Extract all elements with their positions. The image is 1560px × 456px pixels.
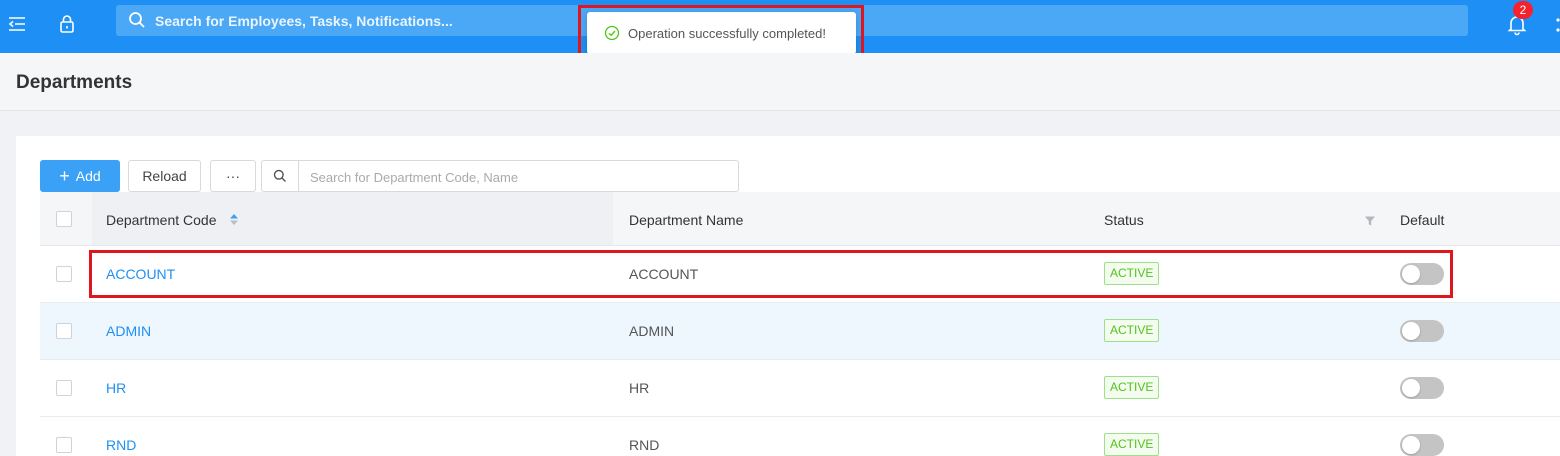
department-code-link[interactable]: RND [106, 437, 136, 453]
lock-icon[interactable] [56, 13, 78, 35]
toggle-knob [1402, 436, 1420, 454]
menu-icon[interactable] [6, 13, 28, 35]
department-code-link[interactable]: ADMIN [106, 323, 151, 339]
row-checkbox[interactable] [56, 437, 72, 453]
select-all-checkbox[interactable] [56, 211, 72, 227]
default-toggle[interactable] [1400, 377, 1444, 399]
notification-badge: 2 [1513, 1, 1533, 19]
row-checkbox[interactable] [56, 323, 72, 339]
add-button[interactable]: + Add [40, 160, 120, 192]
table-row[interactable]: ADMIN ADMIN ACTIVE [40, 303, 1560, 360]
more-actions-button[interactable]: ··· [210, 160, 256, 192]
column-header-default[interactable]: Default [1400, 212, 1444, 228]
department-name: HR [629, 380, 650, 396]
search-icon [128, 11, 146, 29]
column-header-name[interactable]: Department Name [629, 212, 743, 228]
table-row[interactable]: HR HR ACTIVE [40, 360, 1560, 417]
department-name: RND [629, 437, 660, 453]
status-badge: ACTIVE [1104, 319, 1160, 342]
search-icon [262, 161, 299, 191]
more-icon[interactable] [1553, 14, 1560, 36]
default-toggle[interactable] [1400, 320, 1444, 342]
status-badge: ACTIVE [1104, 433, 1160, 456]
add-button-label: Add [75, 168, 101, 184]
department-search-input[interactable]: Search for Department Code, Name [261, 160, 739, 192]
status-badge: ACTIVE [1104, 376, 1160, 399]
default-toggle[interactable] [1400, 434, 1444, 456]
reload-button[interactable]: Reload [128, 160, 201, 192]
plus-icon: + [59, 166, 70, 186]
sort-icon[interactable] [229, 213, 239, 226]
table-row[interactable]: RND RND ACTIVE [40, 417, 1560, 456]
toggle-knob [1402, 322, 1420, 340]
filter-icon[interactable] [1364, 214, 1376, 226]
department-search-placeholder: Search for Department Code, Name [310, 170, 519, 185]
page-title: Departments [16, 72, 133, 93]
department-name: ADMIN [629, 323, 675, 339]
global-search-placeholder: Search for Employees, Tasks, Notificatio… [155, 13, 453, 29]
table-header: Department Code Department Name Status D… [40, 192, 1560, 246]
row-checkbox[interactable] [56, 380, 72, 396]
department-code-link[interactable]: HR [106, 380, 126, 396]
column-header-status[interactable]: Status [1104, 212, 1144, 228]
toast-highlight-box [578, 5, 864, 60]
row-highlight-box [89, 250, 1453, 298]
toggle-knob [1402, 379, 1420, 397]
column-header-code[interactable]: Department Code [106, 212, 217, 228]
row-checkbox[interactable] [56, 266, 72, 282]
page-header: Departments [0, 53, 1560, 111]
